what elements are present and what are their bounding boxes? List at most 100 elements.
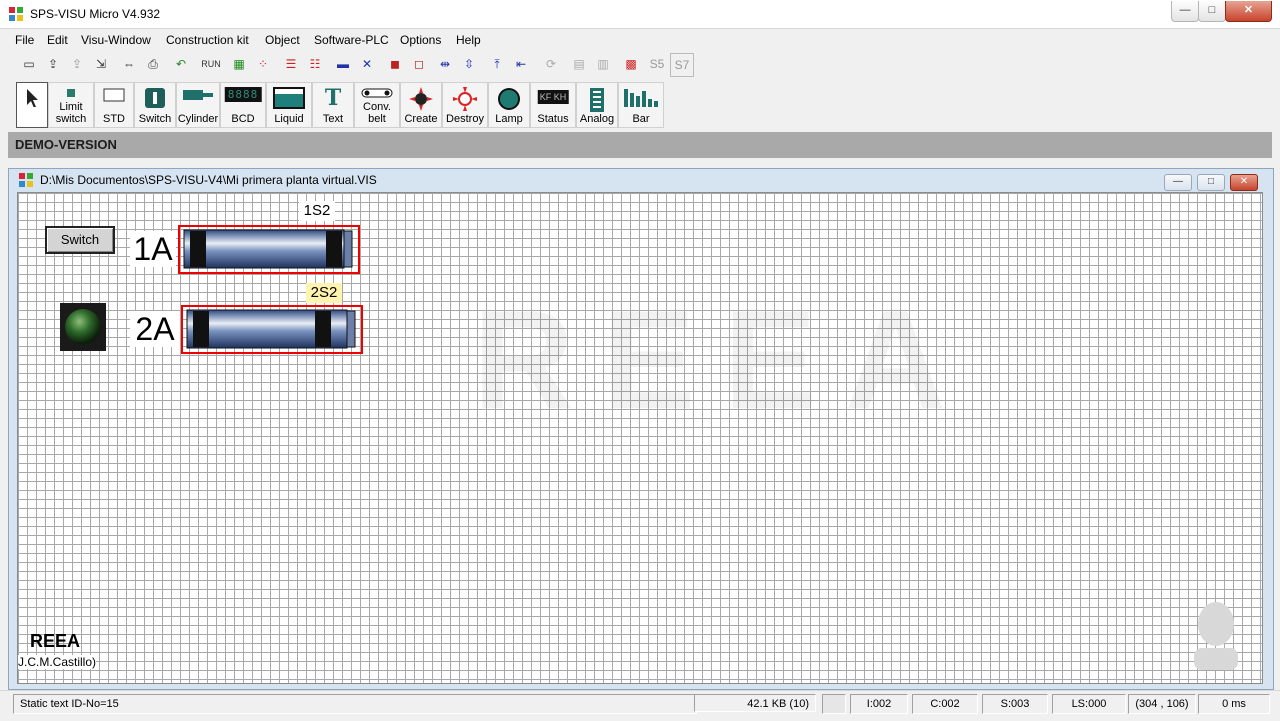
open-file-icon[interactable]: ⇪ — [42, 53, 64, 75]
horizontal-line-icon[interactable]: ▬ — [332, 53, 354, 75]
bcd-icon: 8888 — [224, 87, 262, 102]
menu-construction-kit[interactable]: Construction kit — [166, 33, 249, 47]
align-list-icon[interactable]: ☰ — [280, 53, 302, 75]
pg-icon[interactable]: ▥ — [592, 53, 614, 75]
send-back-icon[interactable]: ◻ — [408, 53, 430, 75]
status-empty-cell — [822, 694, 846, 714]
construction-toolbar: Limit switch STD Switch Cylinder 8888 BC… — [16, 82, 666, 128]
distribute-h-icon[interactable]: ⇹ — [434, 53, 456, 75]
undo-icon[interactable]: ↶ — [170, 53, 192, 75]
menu-help[interactable]: Help — [456, 33, 481, 47]
create-label: Create — [404, 113, 438, 125]
author-avatar — [1194, 602, 1238, 670]
save-file-icon[interactable]: ⇪ — [66, 53, 88, 75]
menu-object[interactable]: Object — [265, 33, 300, 47]
run-button[interactable]: RUN — [198, 53, 224, 75]
cylinder-tool[interactable]: Cylinder — [176, 82, 220, 128]
switch-button[interactable]: Switch — [45, 226, 115, 254]
limit-switch-label: Limit switch — [55, 101, 87, 125]
sensor-2s2-label: 2S2 — [306, 283, 342, 303]
app-icon — [9, 7, 23, 21]
visualization-canvas[interactable]: REEA Switch 1A 1S2 2A 2S2 REEA (J.C.M.Ca… — [17, 192, 1263, 684]
brand-text: REEA — [30, 631, 81, 651]
switch-icon — [145, 88, 165, 108]
save-as-icon[interactable]: ⇲ — [90, 53, 112, 75]
conveyor-belt-icon — [361, 88, 393, 98]
ssd-icon[interactable]: ⟳ — [540, 53, 562, 75]
liquid-tool[interactable]: Liquid — [266, 82, 312, 128]
maximize-button[interactable]: □ — [1198, 1, 1226, 22]
grid-dots-icon[interactable]: ⁘ — [252, 53, 274, 75]
lamp-label: Lamp — [495, 113, 523, 125]
pointer-tool[interactable] — [16, 82, 48, 128]
lamp-icon — [498, 88, 520, 110]
text-tool[interactable]: T Text — [312, 82, 354, 128]
limit-switch-tool[interactable]: Limit switch — [48, 82, 94, 128]
close-button[interactable]: ✕ — [1225, 1, 1272, 22]
analog-tool[interactable]: Analog — [576, 82, 618, 128]
menu-file[interactable]: File — [15, 33, 34, 47]
align-list-2-icon[interactable]: ☷ — [304, 53, 326, 75]
watermark-text: REEA — [473, 281, 974, 438]
conveyor-belt-tool[interactable]: Conv. belt — [354, 82, 400, 128]
grid-icon[interactable]: ▦ — [228, 53, 250, 75]
run-plc-icon[interactable]: ▤ — [568, 53, 590, 75]
doc-maximize-button[interactable]: □ — [1197, 174, 1225, 191]
align-top-icon[interactable]: ⤒ — [486, 53, 508, 75]
std-tool[interactable]: STD — [94, 82, 134, 128]
text-icon: T — [324, 85, 342, 111]
menu-edit[interactable]: Edit — [47, 33, 68, 47]
switch-tool[interactable]: Switch — [134, 82, 176, 128]
status-coordinates: (304 , 106) — [1128, 694, 1196, 714]
doc-minimize-button[interactable]: — — [1164, 174, 1192, 191]
create-tool[interactable]: Create — [400, 82, 442, 128]
status-inputs: I:002 — [850, 694, 908, 714]
sensor-1s2-label: 1S2 — [299, 201, 335, 221]
menu-visu-window[interactable]: Visu-Window — [81, 33, 151, 47]
standard-toolbar: ▭ ⇪ ⇪ ⇲ ⇔ ⎙ ↶ RUN ▦ ⁘ ☰ ☷ ▬ ✕ ◼ ◻ ⇹ ⇳ ⤒ … — [14, 52, 694, 78]
print-icon[interactable]: ⎙ — [142, 53, 164, 75]
cylinder-2a-label: 2A — [130, 311, 180, 347]
std-label: STD — [103, 113, 125, 125]
status-time: 0 ms — [1198, 694, 1270, 714]
lamp-tool[interactable]: Lamp — [488, 82, 530, 128]
destroy-tool[interactable]: Destroy — [442, 82, 488, 128]
new-file-icon[interactable]: ▭ — [18, 53, 40, 75]
bar-tool[interactable]: Bar — [618, 82, 664, 128]
minimize-button[interactable]: — — [1171, 1, 1199, 22]
menu-options[interactable]: Options — [400, 33, 441, 47]
document-title: D:\Mis Documentos\SPS-VISU-V4\Mi primera… — [40, 173, 377, 187]
indicator-lamp[interactable] — [60, 303, 106, 351]
split-icon[interactable]: ✕ — [356, 53, 378, 75]
status-ls: LS:000 — [1052, 694, 1126, 714]
status-tool[interactable]: KF KH Status — [530, 82, 576, 128]
status-counters: C:002 — [912, 694, 978, 714]
doc-close-button[interactable]: ✕ — [1230, 174, 1258, 191]
plc-module-icon[interactable]: ▩ — [620, 53, 642, 75]
zoom-icon[interactable]: ⇔ — [118, 53, 140, 75]
title-bar: SPS-VISU Micro V4.932 — □ ✕ — [0, 0, 1280, 29]
align-left-icon[interactable]: ⇤ — [510, 53, 532, 75]
document-icon — [19, 173, 33, 187]
bcd-tool[interactable]: 8888 BCD — [220, 82, 266, 128]
s5-button[interactable]: S5 — [646, 53, 668, 75]
cylinder-1a[interactable] — [178, 225, 362, 275]
author-text: (J.C.M.Castillo) — [18, 655, 97, 669]
cylinder-1a-label: 1A — [130, 231, 176, 267]
liquid-icon — [273, 87, 305, 109]
status-info: Static text ID-No=15 — [13, 694, 697, 714]
conveyor-belt-label: Conv. belt — [363, 101, 391, 125]
limit-switch-icon — [67, 89, 75, 97]
liquid-label: Liquid — [274, 113, 304, 125]
demo-version-banner: DEMO-VERSION — [8, 132, 1272, 158]
cylinder-2a[interactable] — [181, 305, 365, 355]
switch-label: Switch — [138, 113, 172, 125]
s7-button[interactable]: S7 — [670, 53, 694, 77]
status-icon: KF KH — [537, 90, 569, 104]
text-label: Text — [322, 113, 344, 125]
bring-front-icon[interactable]: ◼ — [384, 53, 406, 75]
status-label: Status — [537, 113, 569, 125]
bar-label: Bar — [632, 113, 650, 125]
distribute-v-icon[interactable]: ⇳ — [458, 53, 480, 75]
menu-software-plc[interactable]: Software-PLC — [314, 33, 389, 47]
